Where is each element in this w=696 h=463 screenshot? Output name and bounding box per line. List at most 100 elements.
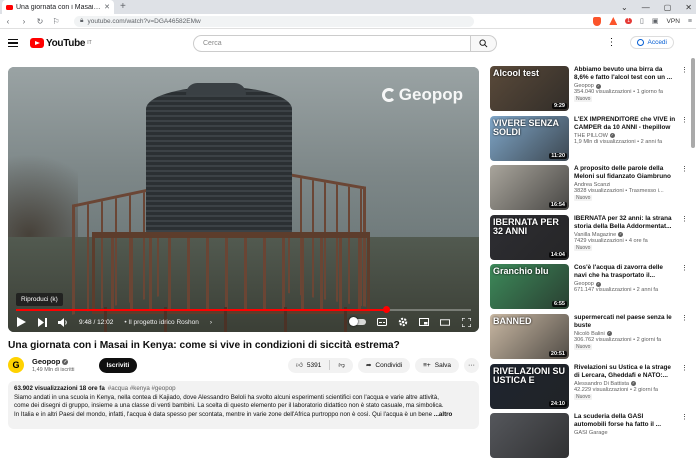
vpn-button[interactable]: VPN xyxy=(667,18,680,25)
recommended-video-title[interactable]: IBERNATA per 32 anni: la strana storia d… xyxy=(574,215,676,231)
video-options-kebab-icon[interactable]: ⋮ xyxy=(681,165,688,173)
account-icon xyxy=(637,39,645,46)
autoplay-toggle[interactable] xyxy=(349,317,366,326)
recommended-video-title[interactable]: L'EX IMPRENDITORE che VIVE in CAMPER da … xyxy=(574,116,676,132)
video-thumbnail[interactable]: 16:54 xyxy=(490,165,569,211)
forward-icon[interactable]: › xyxy=(20,17,28,26)
video-thumbnail[interactable] xyxy=(490,413,569,459)
recommended-video[interactable]: IBERNATA PER 32 ANNI 14:04 IBERNATA per 32… xyxy=(490,214,688,265)
back-icon[interactable]: ‹ xyxy=(4,17,12,26)
settings-gear-icon[interactable] xyxy=(398,317,408,327)
settings-kebab-icon[interactable]: ⋮ xyxy=(606,37,616,48)
video-options-kebab-icon[interactable]: ⋮ xyxy=(681,264,688,272)
description-line-3: In Italia e in altri Paesi del mondo, in… xyxy=(14,410,433,418)
video-options-kebab-icon[interactable]: ⋮ xyxy=(681,413,688,421)
recommended-video-title[interactable]: Cos'è l'acqua di zavorra delle navi che … xyxy=(574,264,676,280)
recommended-video[interactable]: VIVERE SENZA SOLDI 11:20 L'EX IMPRENDITORE… xyxy=(490,115,688,166)
next-icon[interactable] xyxy=(37,317,47,327)
chevron-down-icon[interactable]: ⌄ xyxy=(621,3,628,12)
video-duration: 11:20 xyxy=(549,152,567,159)
volume-icon[interactable] xyxy=(58,317,68,327)
chapter-title[interactable]: • Il progetto idrico Roshon xyxy=(124,319,199,326)
video-options-kebab-icon[interactable]: ⋮ xyxy=(681,215,688,223)
signin-button[interactable]: Accedi xyxy=(630,36,674,49)
progress-bar[interactable] xyxy=(16,306,471,313)
close-tab-icon[interactable]: ✕ xyxy=(104,3,110,11)
youtube-logo[interactable]: YouTube IT xyxy=(30,38,92,49)
video-options-kebab-icon[interactable]: ⋮ xyxy=(681,314,688,322)
maximize-icon[interactable]: ▢ xyxy=(664,3,672,12)
dislike-icon[interactable]: 👎︎ xyxy=(338,361,345,369)
search-bar: Cerca xyxy=(193,35,497,52)
sidebar-icon[interactable]: ▯ xyxy=(640,17,644,25)
recommended-channel-name[interactable]: GASI Garage xyxy=(574,430,608,436)
progress-scrubber[interactable] xyxy=(382,306,390,313)
recommended-video-title[interactable]: Rivelazioni su Ustica e la strage di Ler… xyxy=(574,364,676,380)
hamburger-menu-icon[interactable] xyxy=(8,39,18,47)
brave-rewards-icon[interactable] xyxy=(609,17,618,25)
video-thumbnail[interactable]: RIVELAZIONI SU USTICA E 24:10 xyxy=(490,363,569,409)
video-options-kebab-icon[interactable]: ⋮ xyxy=(681,66,688,74)
page-scrollbar[interactable] xyxy=(691,58,695,148)
like-icon[interactable]: 👍︎ xyxy=(296,361,303,369)
verified-check-icon: ✓ xyxy=(62,358,69,365)
save-button[interactable]: ≡+ Salva xyxy=(415,357,459,373)
theater-mode-icon[interactable] xyxy=(440,317,450,327)
recommended-video-title[interactable]: Abbiamo bevuto una birra da 8,6% e fatto… xyxy=(574,66,676,82)
subscribe-button[interactable]: Iscriviti xyxy=(98,357,138,373)
recommended-video[interactable]: Alcool test 9:29 Abbiamo bevuto una birra … xyxy=(490,66,688,116)
chapter-chevron-icon[interactable]: › xyxy=(210,319,212,326)
video-options-kebab-icon[interactable]: ⋮ xyxy=(681,364,688,372)
recommended-video[interactable]: Granchio blu 6:55 Cos'è l'acqua di zavorra… xyxy=(490,264,688,314)
play-icon[interactable] xyxy=(16,317,26,327)
video-duration: 20:51 xyxy=(548,350,567,357)
search-button[interactable] xyxy=(471,35,497,52)
channel-info: Geopop ✓ 1,49 Mln di iscritti xyxy=(32,357,75,373)
channel-name-row[interactable]: Geopop ✓ xyxy=(32,357,75,366)
description-box[interactable]: 63.902 visualizzazioni 18 ore fa #acqua #… xyxy=(8,381,479,429)
wallet-icon[interactable]: ▣ xyxy=(652,17,659,25)
like-count[interactable]: 5391 xyxy=(307,362,321,369)
menu-icon[interactable]: ≡ xyxy=(688,18,692,25)
recommended-video-title[interactable]: La scuderia della GASI automobili forse … xyxy=(574,413,676,429)
video-thumbnail[interactable]: Granchio blu 6:55 xyxy=(490,264,569,310)
close-window-icon[interactable]: ✕ xyxy=(685,3,692,12)
subtitles-icon[interactable] xyxy=(377,317,387,327)
recommended-video[interactable]: RIVELAZIONI SU USTICA E 24:10 Rivelazioni … xyxy=(490,363,688,414)
browser-tab-active[interactable]: Una giornata con i Masai in Kenya: come … xyxy=(2,0,114,14)
video-thumbnail[interactable]: BANNED 20:51 xyxy=(490,313,569,359)
video-thumbnail[interactable]: IBERNATA PER 32 ANNI 14:04 xyxy=(490,214,569,260)
video-player[interactable]: Geopop Riproduci (k) 9:48 / 12:02 • Il p… xyxy=(8,67,479,332)
reload-icon[interactable]: ↻ xyxy=(36,17,44,26)
share-button[interactable]: ➦ Condividi xyxy=(357,357,411,373)
new-tab-icon[interactable]: + xyxy=(120,0,126,14)
recommended-video[interactable]: 16:54 A proposito delle parole della Melo… xyxy=(490,165,688,215)
more-actions-icon[interactable]: ··· xyxy=(464,357,479,373)
brave-shield-icon[interactable] xyxy=(593,16,602,26)
recommended-video[interactable]: La scuderia della GASI automobili forse … xyxy=(490,413,688,463)
url-field[interactable]: 🔒︎ youtube.com/watch?v=DGA46582EMw xyxy=(74,15,474,27)
lock-icon: 🔒︎ xyxy=(80,17,84,24)
fullscreen-icon[interactable] xyxy=(461,317,471,327)
minimize-icon[interactable]: — xyxy=(642,3,650,12)
recommended-video-meta: 671.147 visualizzazioni • 2 anni fa xyxy=(574,287,659,294)
show-more-link[interactable]: ...altro xyxy=(434,411,453,418)
recommended-video-title[interactable]: supermercati nel paese senza le buste xyxy=(574,314,676,330)
video-thumbnail[interactable]: Alcool test 9:29 xyxy=(490,66,569,111)
search-input[interactable]: Cerca xyxy=(193,35,471,52)
time-display: 9:48 / 12:02 xyxy=(79,318,114,326)
recommended-video[interactable]: BANNED 20:51 supermercati nel paese senza … xyxy=(490,313,688,364)
miniplayer-icon[interactable] xyxy=(419,317,429,327)
recommended-video-title[interactable]: A proposito delle parole della Meloni su… xyxy=(574,165,676,181)
recommended-channel[interactable]: GASI Garage xyxy=(574,430,676,436)
video-options-kebab-icon[interactable]: ⋮ xyxy=(681,116,688,124)
video-thumbnail[interactable]: VIVERE SENZA SOLDI 11:20 xyxy=(490,115,569,161)
bookmark-icon[interactable]: ⚐ xyxy=(52,17,60,26)
subscriber-count: 1,49 Mln di iscritti xyxy=(32,367,75,373)
url-text: youtube.com/watch?v=DGA46582EMw xyxy=(87,17,201,25)
channel-avatar[interactable]: G xyxy=(8,357,24,373)
channel-name[interactable]: Geopop xyxy=(32,357,60,366)
browser-tab-strip: Una giornata con i Masai in Kenya: come … xyxy=(0,0,696,14)
logo-wordmark: YouTube xyxy=(46,37,86,49)
hashtags[interactable]: #acqua #kenya #geopop xyxy=(108,385,176,392)
